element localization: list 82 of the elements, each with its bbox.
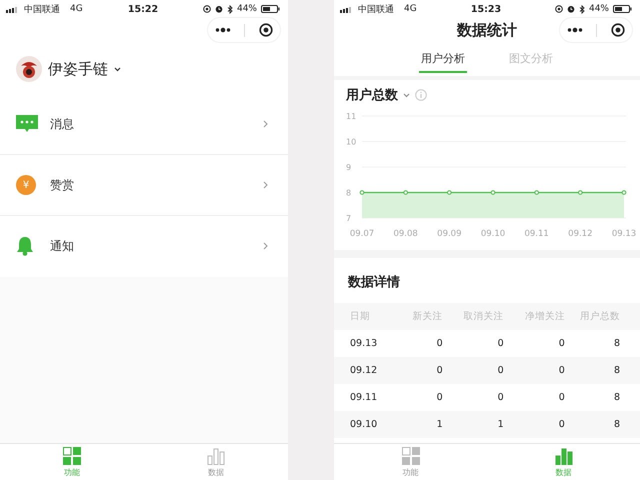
grid-icon [402, 446, 420, 464]
data-point [490, 190, 496, 195]
menu-item[interactable]: 消息 [0, 94, 288, 154]
capsule-menu[interactable] [208, 18, 280, 42]
bar-chart-icon [207, 446, 225, 464]
y-axis-label: 9 [346, 163, 352, 172]
table-cell-text: 09.12 [350, 365, 378, 376]
table-cell-text: 09.10 [350, 419, 378, 430]
table-cell-text: 0 [558, 392, 565, 403]
bell-icon [16, 236, 34, 256]
table-cell-text: 8 [612, 338, 620, 349]
table-cell-text: 8 [612, 392, 620, 403]
table-cell-text: 09.13 [350, 338, 378, 349]
data-point [447, 190, 452, 195]
signal-icon [340, 6, 354, 12]
section-title: 数据详情 [346, 274, 401, 292]
message-icon [16, 115, 38, 133]
page-title: 数据统计 [457, 20, 517, 40]
x-axis-label: 09.10 [480, 229, 506, 239]
table-cell-text: 1 [436, 419, 443, 430]
carrier-name: 中国联通 [358, 4, 394, 16]
more-icon[interactable] [214, 27, 231, 33]
alarm-icon [214, 5, 223, 13]
chevron-down-icon[interactable] [114, 66, 121, 72]
data-point [360, 190, 364, 195]
carrier-name: 中国联通 [24, 4, 60, 16]
x-axis-label: 09.08 [394, 229, 418, 239]
coin-icon: ¥ [16, 175, 36, 195]
data-point [534, 190, 539, 195]
battery-icon [613, 5, 632, 13]
grid-icon [63, 446, 81, 464]
x-axis-label: 09.13 [612, 229, 636, 239]
battery-icon [261, 5, 280, 13]
x-axis-label: 09.07 [350, 229, 374, 239]
x-axis-label: 09.11 [524, 229, 549, 239]
signal-icon [6, 6, 20, 12]
table-cell-text: 0 [558, 365, 565, 376]
column-header: 新关注 [412, 310, 443, 323]
table-cell-text: 0 [496, 365, 504, 376]
account-name[interactable]: 伊姿手链 [48, 60, 108, 78]
table-cell-text: 0 [558, 419, 565, 430]
table-cell-text: 09.11 [350, 392, 378, 403]
bluetooth-icon [578, 4, 585, 14]
alarm-icon [566, 5, 575, 13]
column-header: 用户总数 [579, 310, 620, 323]
clock-time: 15:23 [470, 4, 502, 14]
column-header: 净增关注 [524, 310, 565, 323]
table-cell-text: 0 [436, 365, 443, 376]
y-axis-label: 11 [346, 112, 356, 121]
table-cell-text: 8 [612, 419, 620, 430]
column-header: 日期 [350, 310, 371, 323]
tab[interactable]: 用户分析 [419, 45, 467, 73]
network-type: 4G [404, 4, 417, 14]
metric-title[interactable]: 用户总数 [346, 86, 398, 104]
chevron-right-icon [263, 120, 268, 128]
more-icon[interactable] [566, 27, 583, 33]
battery-percent: 44% [588, 4, 609, 14]
table-cell-text: 0 [496, 338, 504, 349]
chevron-right-icon [263, 181, 268, 189]
x-axis-label: 09.12 [568, 229, 592, 239]
data-point [403, 190, 408, 195]
y-axis-label: 8 [346, 188, 352, 198]
network-type: 4G [70, 4, 83, 14]
table-cell-text: 0 [436, 338, 443, 349]
y-axis-label: 7 [346, 214, 352, 223]
table-cell-text: 0 [436, 392, 443, 403]
capsule-menu[interactable] [560, 18, 632, 42]
table-cell-text: 1 [496, 419, 504, 430]
menu-item[interactable]: ¥ 赞赏 [0, 154, 288, 215]
bar-chart-icon [554, 446, 572, 464]
column-header: 取消关注 [462, 310, 504, 323]
data-point [622, 190, 626, 195]
clock-time: 15:22 [128, 4, 158, 14]
table-cell-text: 0 [496, 392, 504, 403]
chevron-right-icon [263, 242, 268, 250]
table-cell-text: 8 [612, 365, 620, 376]
data-point [578, 190, 583, 195]
battery-percent: 44% [236, 4, 257, 14]
bluetooth-icon [226, 4, 233, 14]
x-axis-label: 09.09 [437, 229, 462, 239]
table-cell-text: 0 [558, 338, 565, 349]
y-axis-label: 10 [346, 138, 356, 146]
